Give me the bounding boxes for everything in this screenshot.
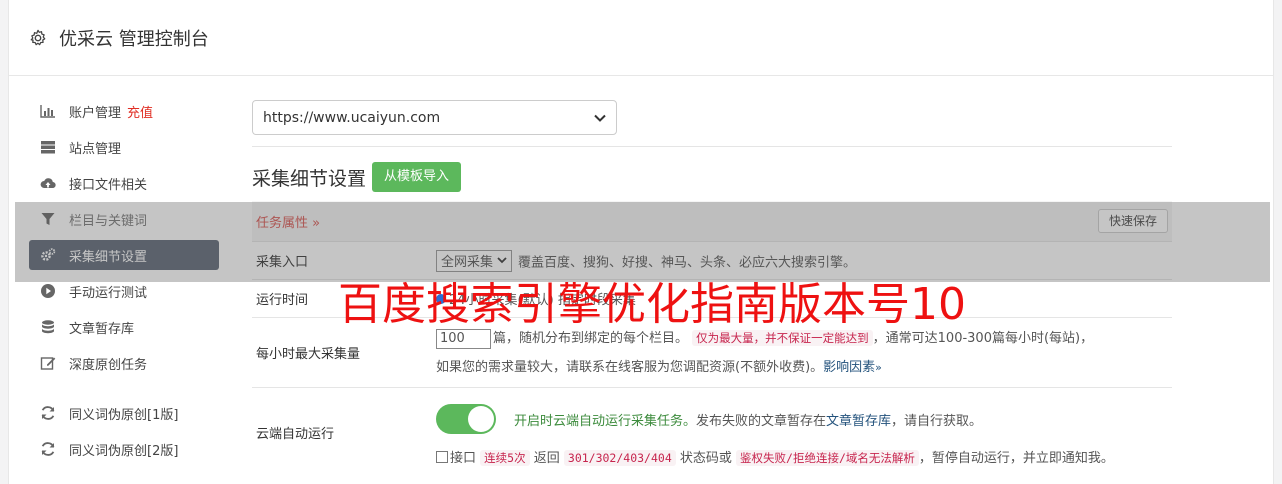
divider <box>252 146 1172 147</box>
cloud-value: 开启时云端自动运行采集任务。 发布失败的文章暂存在 文章暂存库 ，请自行获取。 接口 … <box>436 399 1172 466</box>
filter-icon <box>39 210 57 228</box>
gears-icon <box>39 246 57 264</box>
cloud-text: ，暂停自动运行，并立即通知我。 <box>918 451 1114 466</box>
sidebar-divider <box>29 384 219 398</box>
task-attr-label: 任务属性 <box>256 215 309 231</box>
sidebar-item-label: 同义词伪原创[2版] <box>69 443 179 459</box>
watermark-text: 百度搜索引擎优化指南版本号10 <box>338 279 966 330</box>
settings-table: 任务属性 » 快速保存 采集入口 全网采集 覆盖百度、搜狗、好搜、神马、头条、必应… <box>252 201 1172 477</box>
cloud-text: 状态码或 <box>679 451 732 466</box>
sidebar-item-deep-original[interactable]: 深度原创任务 <box>29 348 219 378</box>
sidebar-item-label: 采集细节设置 <box>69 249 148 265</box>
site-select[interactable]: https://www.ucaiyun.com <box>252 100 617 135</box>
cloud-label: 云端自动运行 <box>256 427 335 442</box>
source-label: 采集入口 <box>256 255 309 270</box>
chevron-down-icon <box>497 257 507 264</box>
gear-icon <box>30 29 46 45</box>
cloud-code: 连续5次 <box>480 450 530 466</box>
sidebar-item-label: 站点管理 <box>69 141 122 157</box>
play-circle-icon <box>39 282 57 300</box>
cloud-upload-icon <box>39 174 57 192</box>
import-template-button[interactable]: 从模板导入 <box>372 162 462 192</box>
table-row: 云端自动运行 开启时云端自动运行采集任务。 发布失败的文章暂存在 文章暂存库 ，请自行… <box>252 387 1172 477</box>
site-select-value: https://www.ucaiyun.com <box>263 109 441 126</box>
sidebar-item-label: 账户管理 <box>69 105 122 121</box>
influence-factors-link[interactable]: 影响因素» <box>823 360 882 375</box>
max-value: 100 篇，随机分布到绑定的每个栏目。 仅为最大量，并不保证一定能达到 ，通常可达1… <box>436 324 1172 382</box>
cloud-code: 301/302/403/404 <box>563 450 676 466</box>
max-text: 如果您的需求量较大，请联系在线客服为您调配资源(不额外收费)。 <box>436 359 824 375</box>
sidebar-item-columns-keywords[interactable]: 栏目与关键词 <box>29 204 219 234</box>
sidebar-item-label: 栏目与关键词 <box>69 213 148 229</box>
sidebar-item-article-store[interactable]: 文章暂存库 <box>29 312 219 342</box>
double-chevron-down-icon: » <box>875 360 882 374</box>
source-value: 全网采集 覆盖百度、搜狗、好搜、神马、头条、必应六大搜索引擎。 <box>436 249 1172 272</box>
pause-notify-checkbox[interactable] <box>436 451 448 463</box>
cloud-text: 返回 <box>533 451 560 466</box>
cloud-auto-run-toggle[interactable] <box>436 404 496 434</box>
double-chevron-down-icon: » <box>312 215 321 231</box>
refresh-icon <box>39 440 57 458</box>
sidebar-item-api-files[interactable]: 接口文件相关 <box>29 168 219 198</box>
page-header: 优采云 管理控制台 <box>9 0 1273 76</box>
cloud-code: 鉴权失败/拒绝连接/域名无法解析 <box>736 450 919 466</box>
task-attr-toggle[interactable]: 任务属性 » <box>256 212 320 231</box>
cloud-text: 发布失败的文章暂存在 <box>696 413 827 429</box>
sidebar-item-manual-run[interactable]: 手动运行测试 <box>29 276 219 306</box>
toggle-knob <box>468 406 494 432</box>
section-header: 采集细节设置 从模板导入 <box>252 162 1172 192</box>
cloud-check-label: 接口 <box>450 451 477 466</box>
console-card: 优采云 管理控制台 账户管理 充值 站点管理 接口文件相关 栏目与关键词 采集细… <box>8 0 1274 484</box>
cloud-text: ，请自行获取。 <box>891 413 983 429</box>
article-store-link[interactable]: 文章暂存库 <box>826 410 891 429</box>
section-title: 采集细节设置 <box>252 167 367 190</box>
cloud-check-line: 接口 连续5次 返回 301/302/403/404 状态码或 鉴权失败/拒绝连… <box>436 447 1172 466</box>
sidebar-item-label: 同义词伪原创[1版] <box>69 407 179 423</box>
sidebar-item-label: 手动运行测试 <box>69 285 148 301</box>
max-note: 仅为最大量，并不保证一定能达到 <box>692 329 873 346</box>
recharge-link[interactable]: 充值 <box>127 102 153 121</box>
quick-save-button[interactable]: 快速保存 <box>1097 209 1168 233</box>
sidebar-item-label: 深度原创任务 <box>69 357 148 373</box>
refresh-icon <box>39 404 57 422</box>
cloud-toggle-line: 开启时云端自动运行采集任务。 发布失败的文章暂存在 文章暂存库 ，请自行获取。 <box>436 399 1172 439</box>
server-icon <box>39 138 57 156</box>
sidebar-item-sites[interactable]: 站点管理 <box>29 132 219 162</box>
page-title: 优采云 管理控制台 <box>59 28 209 50</box>
task-attr-row: 任务属性 » 快速保存 <box>252 201 1172 241</box>
max-label: 每小时最大采集量 <box>256 347 361 362</box>
database-icon <box>39 318 57 336</box>
source-select[interactable]: 全网采集 <box>436 249 513 272</box>
max-text: 篇，随机分布到绑定的每个栏目。 <box>493 330 689 346</box>
influence-factors-label: 影响因素 <box>823 359 876 375</box>
sidebar-item-label: 文章暂存库 <box>69 321 135 337</box>
cloud-green-text: 开启时云端自动运行采集任务。 <box>514 413 697 429</box>
sidebar-item-synonym-v2[interactable]: 同义词伪原创[2版] <box>29 434 219 464</box>
source-desc: 覆盖百度、搜狗、好搜、神马、头条、必应六大搜索引擎。 <box>518 255 857 270</box>
sidebar-item-collect-settings[interactable]: 采集细节设置 <box>29 240 219 270</box>
sidebar-item-synonym-v1[interactable]: 同义词伪原创[1版] <box>29 398 219 428</box>
bar-chart-icon <box>39 102 57 120</box>
max-text: ，通常可达100-300篇每小时(每站)， <box>872 330 1094 346</box>
sidebar-item-label: 接口文件相关 <box>69 177 148 193</box>
max-per-hour-input[interactable]: 100 <box>436 328 491 349</box>
sidebar-item-account[interactable]: 账户管理 充值 <box>29 96 219 126</box>
chevron-down-icon <box>594 114 606 122</box>
edit-icon <box>39 354 57 372</box>
table-row: 采集入口 全网采集 覆盖百度、搜狗、好搜、神马、头条、必应六大搜索引擎。 <box>252 241 1172 279</box>
source-select-value: 全网采集 <box>441 255 494 270</box>
sidebar: 账户管理 充值 站点管理 接口文件相关 栏目与关键词 采集细节设置 手动运行测试… <box>29 96 219 470</box>
